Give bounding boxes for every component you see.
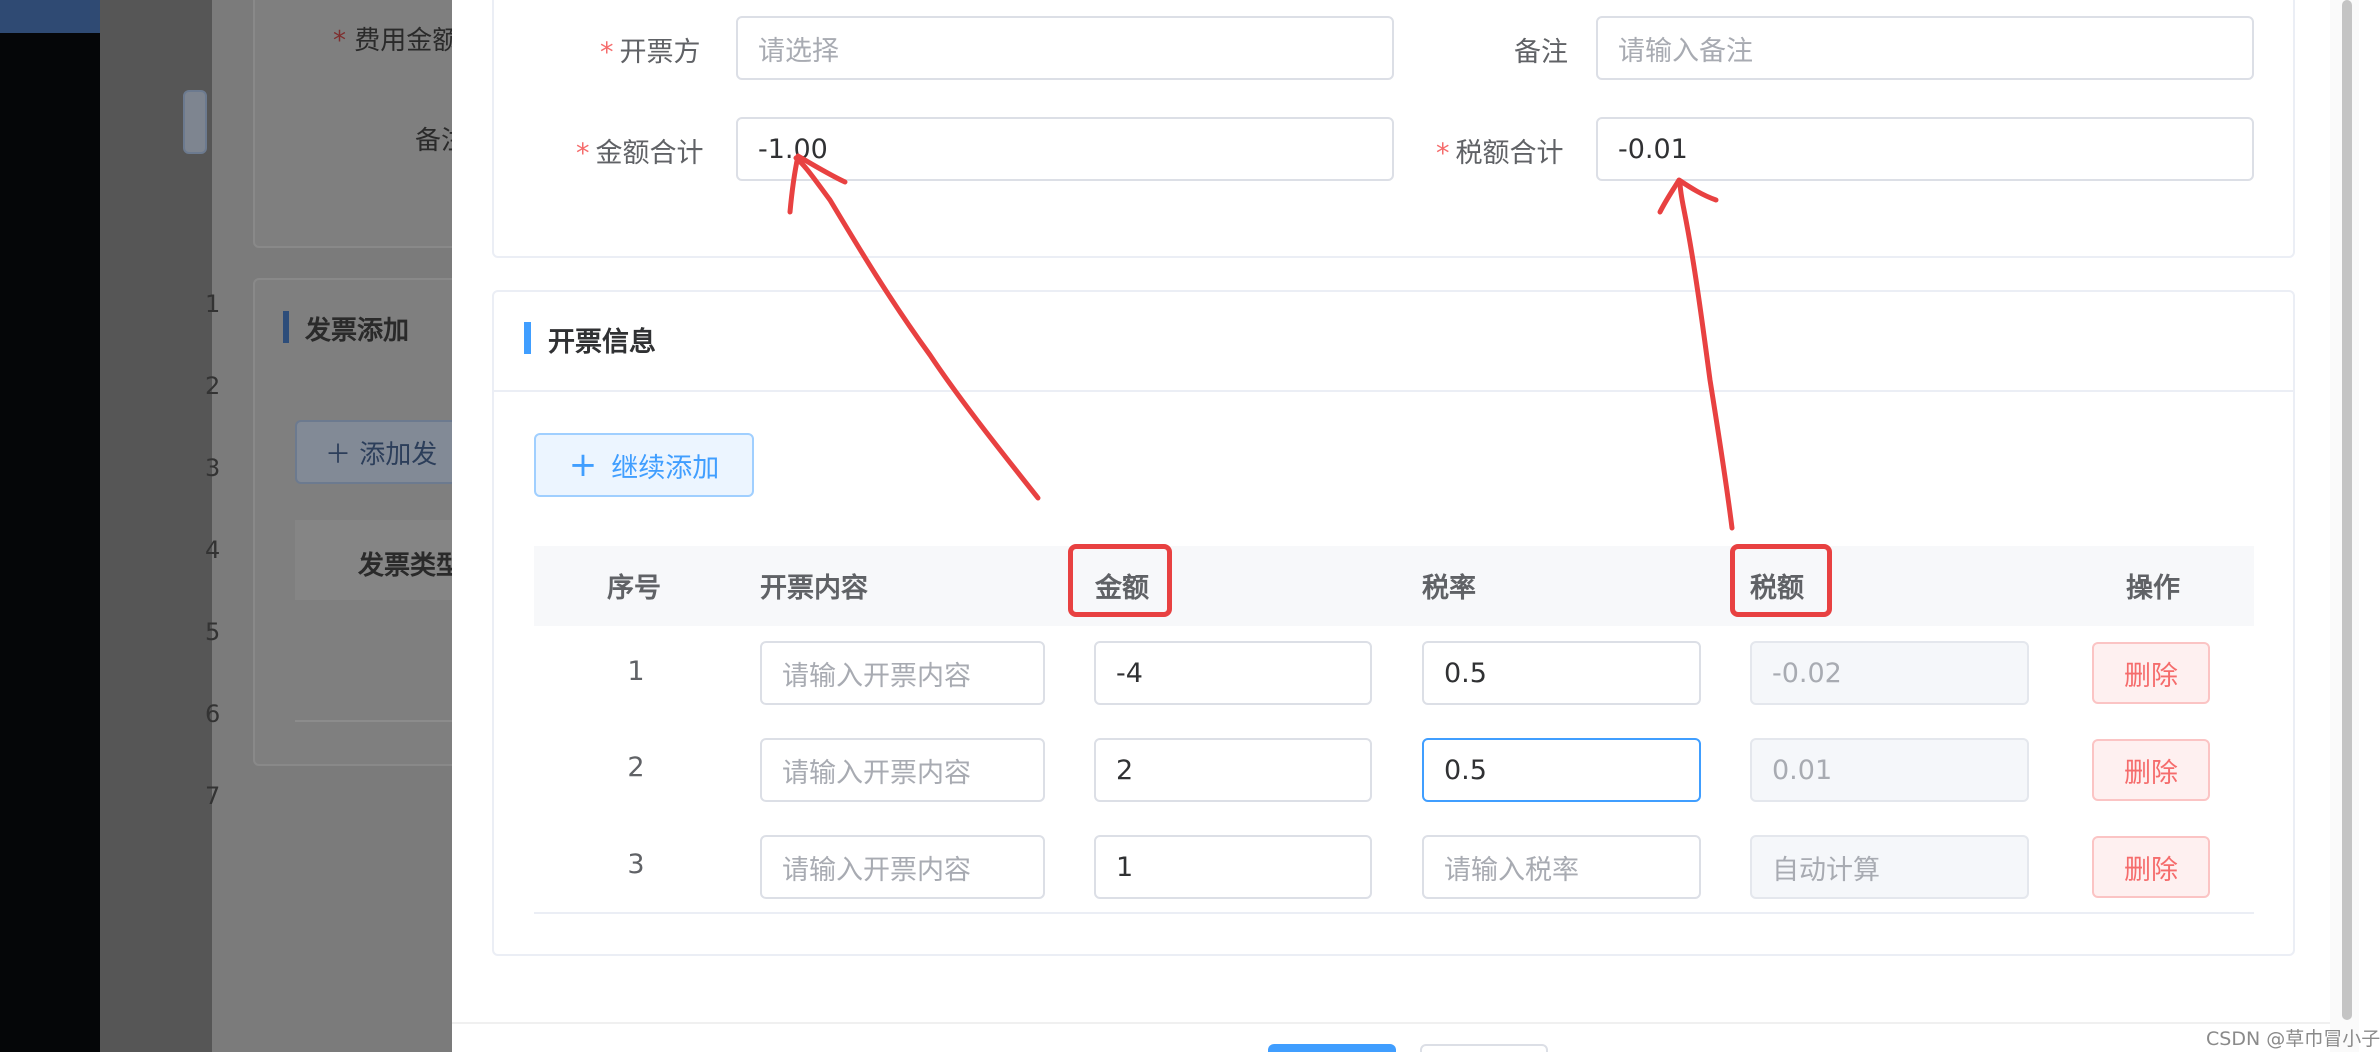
tax-output: 自动计算 [1750, 835, 2029, 899]
delete-button[interactable]: 删除 [2092, 836, 2210, 898]
background-row-number: 6 [205, 700, 221, 728]
amount-input[interactable]: 1 [1094, 835, 1372, 899]
continue-add-button[interactable]: + 继续添加 [534, 433, 754, 497]
tax-output: -0.02 [1750, 641, 2029, 705]
background-row-number: 5 [205, 618, 221, 646]
background-invoice-type-header: 发票类型 [358, 551, 463, 581]
background-sidebar [100, 0, 212, 1052]
confirm-button[interactable] [1268, 1044, 1396, 1052]
continue-add-label: 继续添加 [611, 452, 720, 484]
cancel-button[interactable] [1420, 1044, 1548, 1052]
delete-button[interactable]: 删除 [2092, 642, 2210, 704]
annotation-box-amount [1068, 544, 1172, 617]
issuer-label: * 开票方 [600, 37, 701, 68]
background-row-number: 2 [205, 372, 221, 400]
column-header-rate: 税率 [1422, 573, 1476, 604]
delete-button[interactable]: 删除 [2092, 739, 2210, 801]
amount-total-input[interactable]: -1.00 [736, 117, 1394, 181]
tax-output: 0.01 [1750, 738, 2029, 802]
background-add-invoice-label: ＋ 添加发 [325, 440, 438, 470]
row-index: 1 [627, 656, 645, 687]
invoice-info-header: 开票信息 [494, 292, 2293, 392]
background-button [183, 90, 207, 154]
background-top-nav [0, 0, 100, 33]
background-row-number: 4 [205, 536, 221, 564]
background-row-number: 1 [205, 290, 221, 318]
tax-total-input[interactable]: -0.01 [1596, 117, 2254, 181]
watermark: CSDN @草巾冒小子 [2206, 1028, 2380, 1050]
background-row-number: 7 [205, 782, 221, 810]
section-accent-bar [524, 322, 531, 354]
column-header-content: 开票内容 [760, 573, 868, 604]
content-input[interactable]: 请输入开票内容 [760, 738, 1045, 802]
rate-input[interactable]: 0.5 [1422, 641, 1701, 705]
issuer-select[interactable]: 请选择 [736, 16, 1394, 80]
scrollbar-thumb[interactable] [2342, 0, 2352, 1020]
content-input[interactable]: 请输入开票内容 [760, 641, 1045, 705]
rate-input[interactable]: 0.5 [1422, 738, 1701, 802]
plus-icon: + [568, 445, 598, 485]
invoice-info-title: 开票信息 [548, 327, 656, 358]
amount-input[interactable]: 2 [1094, 738, 1372, 802]
annotation-box-tax [1730, 544, 1832, 617]
content-input[interactable]: 请输入开票内容 [760, 835, 1045, 899]
background-row-number: 3 [205, 454, 221, 482]
remark-label: 备注 [1514, 37, 1568, 68]
remark-input[interactable]: 请输入备注 [1596, 16, 2254, 80]
background-section-bar [283, 311, 289, 343]
amount-total-label: * 金额合计 [576, 138, 704, 169]
column-header-action: 操作 [2126, 573, 2180, 604]
row-index: 3 [627, 849, 645, 880]
tax-total-label: * 税额合计 [1436, 138, 1564, 169]
background-row-divider [295, 720, 465, 722]
dialog-footer-divider [452, 1022, 2330, 1024]
background-side-nav [0, 33, 100, 1052]
background-invoice-add-title: 发票添加 [305, 316, 410, 346]
background-fee-amount-label: * 费用金额 [333, 26, 459, 56]
rate-input[interactable]: 请输入税率 [1422, 835, 1701, 899]
amount-input[interactable]: -4 [1094, 641, 1372, 705]
table-bottom-border [534, 912, 2254, 914]
row-index: 2 [627, 752, 645, 783]
page-edge [2359, 0, 2380, 1052]
column-header-index: 序号 [607, 573, 661, 604]
